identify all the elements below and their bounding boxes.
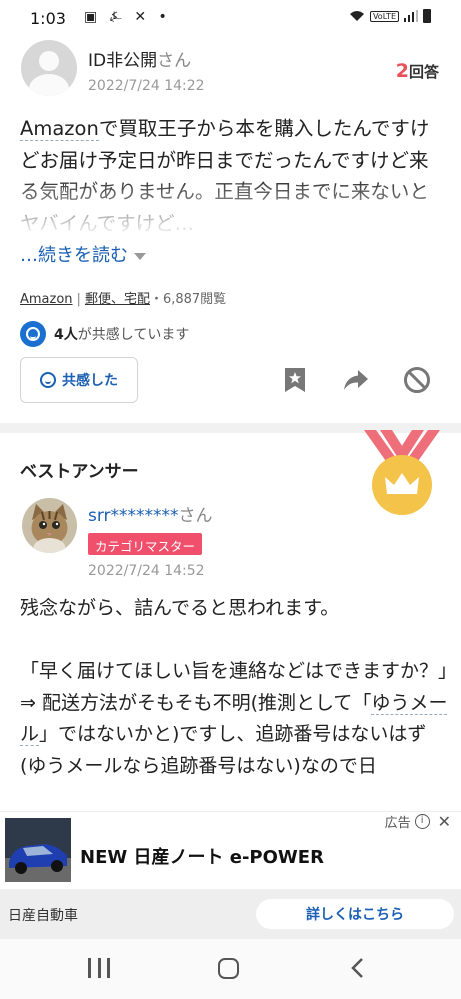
answerer-avatar[interactable] [22, 498, 77, 553]
answer-blank-line [20, 625, 448, 657]
ad-info-icon[interactable]: i [414, 814, 430, 829]
status-time: 1:03 [30, 9, 66, 28]
kitten-avatar-image [22, 498, 77, 553]
bookmark-icon[interactable] [281, 366, 309, 394]
wifi-icon [349, 11, 364, 21]
category-sub-link[interactable]: 郵便、宅配 [85, 292, 150, 307]
advertiser-name: 日産自動車 [8, 908, 78, 924]
answer-date: 2022/7/24 14:52 [88, 563, 205, 579]
answers-number: 2 [395, 60, 409, 82]
signal-icon [404, 10, 418, 22]
empathy-info: 4人が共感しています [20, 321, 189, 347]
ad-headline[interactable]: NEW 日産ノート e-POWER [80, 843, 324, 869]
asker-suffix: さん [157, 51, 192, 71]
medal-icon [362, 430, 442, 516]
status-bar: 1:03 ▣ ⍼ ✕ • VoLTE [0, 0, 461, 36]
block-icon[interactable] [403, 366, 431, 394]
answerer-suffix: さん [178, 506, 213, 526]
ad-label: 広告 i ✕ [385, 812, 451, 831]
best-answer-title: ベストアンサー [20, 462, 139, 482]
answer-text-b: 」ではないかと)ですし、追跡番号はないはず(ゆうメールなら追跡番号はない)なので… [20, 723, 427, 777]
category-row: Amazon | 郵便、宅配・6,887閲覧 [20, 288, 226, 307]
empathy-text: 4人が共感しています [54, 324, 189, 344]
category-separator: | [76, 292, 81, 307]
battery-icon [423, 9, 431, 23]
close-icon[interactable]: ✕ [438, 812, 451, 831]
share-icon[interactable] [342, 366, 370, 394]
answerer-name[interactable]: srr********さん [88, 501, 213, 526]
asker-name[interactable]: ID非公開さん [88, 46, 191, 71]
ad-car-image[interactable] [5, 818, 71, 882]
default-user-icon [39, 51, 59, 71]
empathy-count: 4人 [54, 327, 78, 343]
notification-icons: ▣ ⍼ ✕ • [84, 9, 171, 25]
answer-text-a: ⇒ 配送方法がそもそも不明(推測として「 [20, 691, 372, 714]
question-date: 2022/7/24 14:22 [88, 78, 205, 94]
home-icon[interactable] [218, 958, 239, 979]
asker-avatar[interactable] [21, 40, 77, 96]
recent-bar [88, 958, 91, 978]
category-main-link[interactable]: Amazon [20, 292, 73, 307]
read-more-label: …続きを読む [20, 245, 128, 266]
answer-paragraph-2: 「早く届けてほしい旨を連絡などはできますか？」 [20, 660, 458, 682]
answers-label: 回答 [408, 63, 439, 81]
ad-label-text: 広告 [384, 816, 411, 831]
chevron-down-icon [134, 252, 146, 260]
category-master-badge: カテゴリマスター [88, 533, 203, 555]
read-more-link[interactable]: …続きを読む [20, 241, 146, 267]
smile-face [26, 327, 40, 341]
smile-outline-icon [40, 372, 56, 388]
recent-bar [107, 958, 110, 978]
answer-paragraph-3: ⇒ 配送方法がそもそも不明(推測として「ゆうメール」ではないかと)ですし、追跡番… [20, 688, 448, 783]
answer-body: 残念ながら、詰んでると思われます。 「早く届けてほしい旨を連絡などはできますか？… [20, 593, 458, 783]
answers-count[interactable]: 2回答 [396, 60, 439, 82]
smile-icon [20, 321, 46, 347]
ad-cta-button[interactable]: 詳しくはこちら [256, 899, 454, 929]
volte-icon: VoLTE [369, 10, 399, 22]
text-fade-overlay [20, 176, 445, 240]
asker-id: ID非公開 [88, 51, 158, 71]
recent-apps-icon[interactable] [88, 958, 110, 978]
back-icon[interactable] [350, 957, 364, 979]
system-icons: VoLTE [349, 9, 431, 23]
answerer-id: srr******** [88, 506, 179, 526]
keyword-link[interactable]: Amazon [20, 117, 99, 141]
answer-paragraph-1: 残念ながら、詰んでると思われます。 [20, 597, 340, 619]
empathy-label: が共感しています [77, 327, 190, 343]
empathy-button-label: 共感した [62, 373, 118, 389]
empathy-button[interactable]: 共感した [20, 357, 138, 403]
recent-bar [97, 958, 101, 978]
view-count: ・6,887閲覧 [149, 292, 227, 307]
default-user-body [29, 74, 69, 96]
